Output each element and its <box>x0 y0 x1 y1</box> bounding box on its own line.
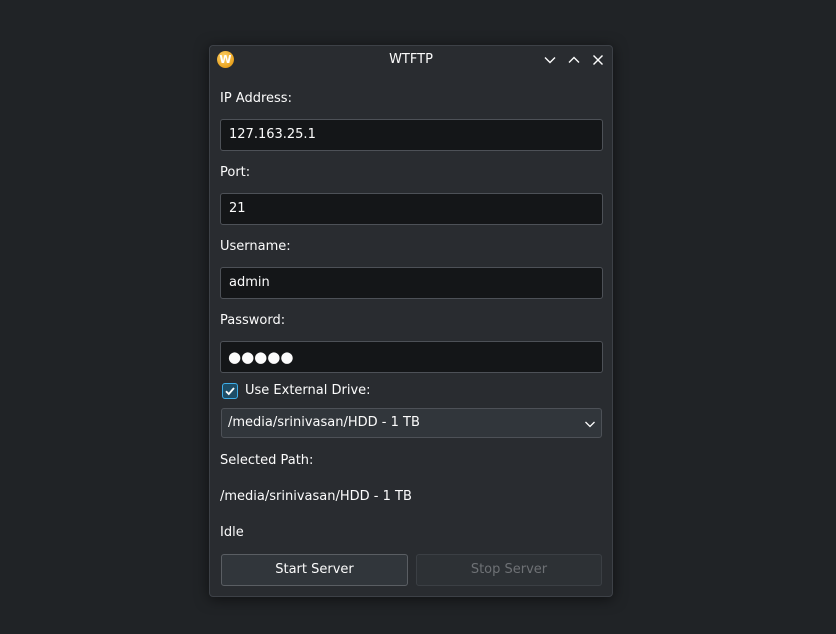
minimize-button[interactable] <box>541 51 559 69</box>
external-drive-label: Use External Drive: <box>245 383 371 398</box>
stop-server-button[interactable]: Stop Server <box>416 554 602 586</box>
ip-address-field[interactable]: 127.163.25.1 <box>220 119 603 151</box>
drive-select[interactable]: /media/srinivasan/HDD - 1 TB <box>221 408 602 438</box>
drive-select-value: /media/srinivasan/HDD - 1 TB <box>228 415 420 430</box>
title-bar[interactable]: W WTFTP <box>210 46 612 73</box>
start-server-button[interactable]: Start Server <box>221 554 408 586</box>
wtftp-window: W WTFTP IP Address: 127.163.25.1 Port: 2… <box>209 45 613 597</box>
username-field[interactable]: admin <box>220 267 603 299</box>
selected-path-label: Selected Path: <box>220 453 314 468</box>
external-drive-row[interactable]: Use External Drive: <box>222 382 371 399</box>
username-label: Username: <box>220 239 291 254</box>
password-label: Password: <box>220 313 286 328</box>
maximize-icon <box>568 56 580 63</box>
port-field[interactable]: 21 <box>220 193 603 225</box>
close-icon <box>593 55 603 65</box>
status-text: Idle <box>220 525 244 540</box>
checkmark-icon <box>225 386 235 395</box>
ip-address-label: IP Address: <box>220 91 292 106</box>
chevron-down-icon <box>585 421 595 428</box>
external-drive-checkbox[interactable] <box>222 382 238 399</box>
port-label: Port: <box>220 165 251 180</box>
close-button[interactable] <box>589 51 607 69</box>
maximize-button[interactable] <box>565 51 583 69</box>
password-field[interactable]: ●●●●● <box>220 341 603 373</box>
minimize-icon <box>544 57 556 64</box>
selected-path-value: /media/srinivasan/HDD - 1 TB <box>220 489 412 504</box>
